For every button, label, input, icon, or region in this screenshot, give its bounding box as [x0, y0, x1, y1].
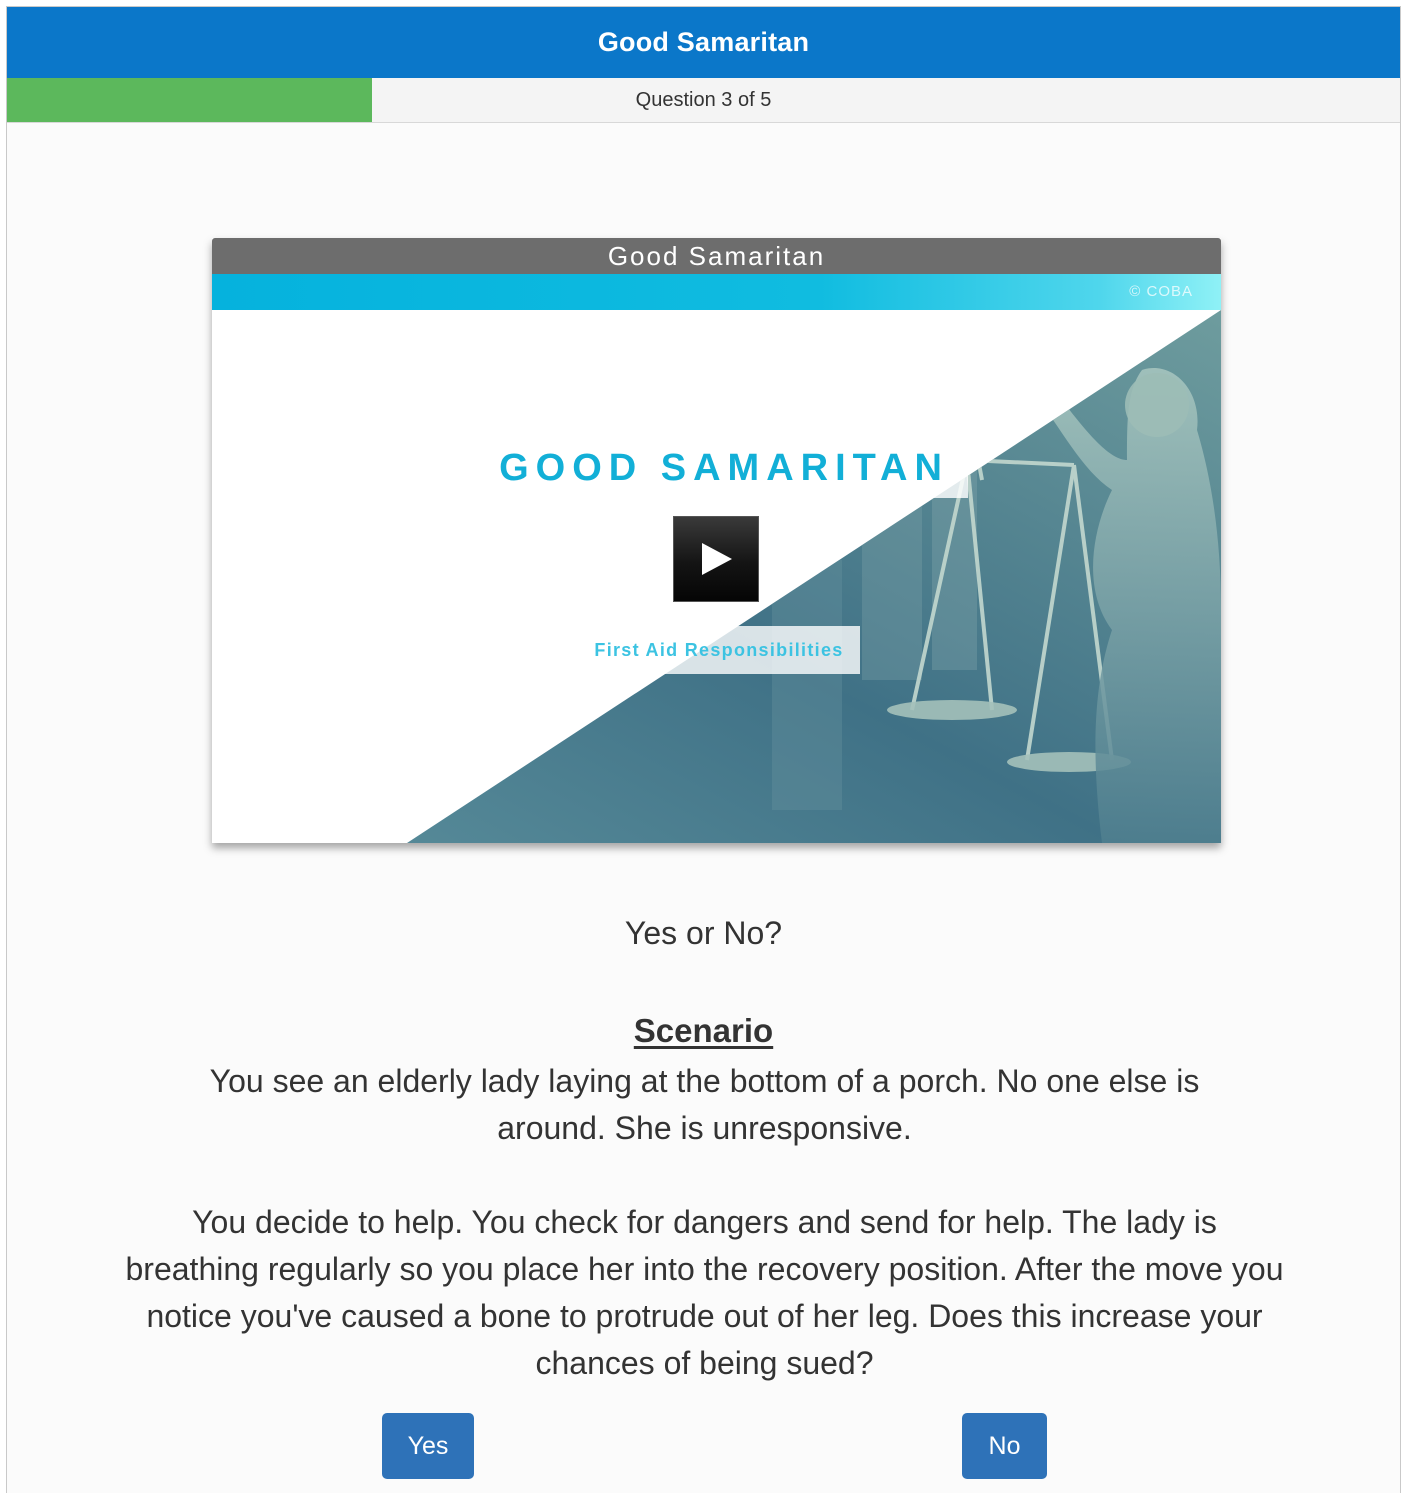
- page-title: Good Samaritan: [597, 27, 810, 57]
- question-text: You decide to help. You check for danger…: [125, 1204, 1284, 1381]
- top-bar: Good Samaritan: [7, 7, 1400, 78]
- video-subtitle: First Aid Responsibilities: [594, 640, 844, 660]
- progress-label: Question 3 of 5: [635, 89, 772, 111]
- video-banner: © COBA: [212, 274, 1221, 310]
- scenario-heading: Scenario: [7, 1012, 1400, 1050]
- yes-button[interactable]: Yes: [382, 1413, 474, 1479]
- video-title: GOOD SAMARITAN: [499, 447, 949, 489]
- no-button[interactable]: No: [962, 1413, 1047, 1479]
- question-type-label: Yes or No?: [624, 915, 783, 951]
- video-copyright: © COBA: [1129, 283, 1193, 300]
- quiz-frame: Good Samaritan Question 3 of 5 Good Sama…: [6, 6, 1401, 1493]
- scenario-heading-text: Scenario: [633, 1012, 774, 1049]
- play-button[interactable]: [673, 516, 759, 602]
- video-player[interactable]: Good Samaritan © COBA GOOD SAMARITAN Fir…: [212, 238, 1221, 843]
- scenario-text: You see an elderly lady laying at the bo…: [209, 1063, 1200, 1146]
- play-icon: [702, 543, 732, 575]
- video-header-title: Good Samaritan: [212, 238, 1221, 274]
- progress-bar: Question 3 of 5: [7, 78, 1400, 123]
